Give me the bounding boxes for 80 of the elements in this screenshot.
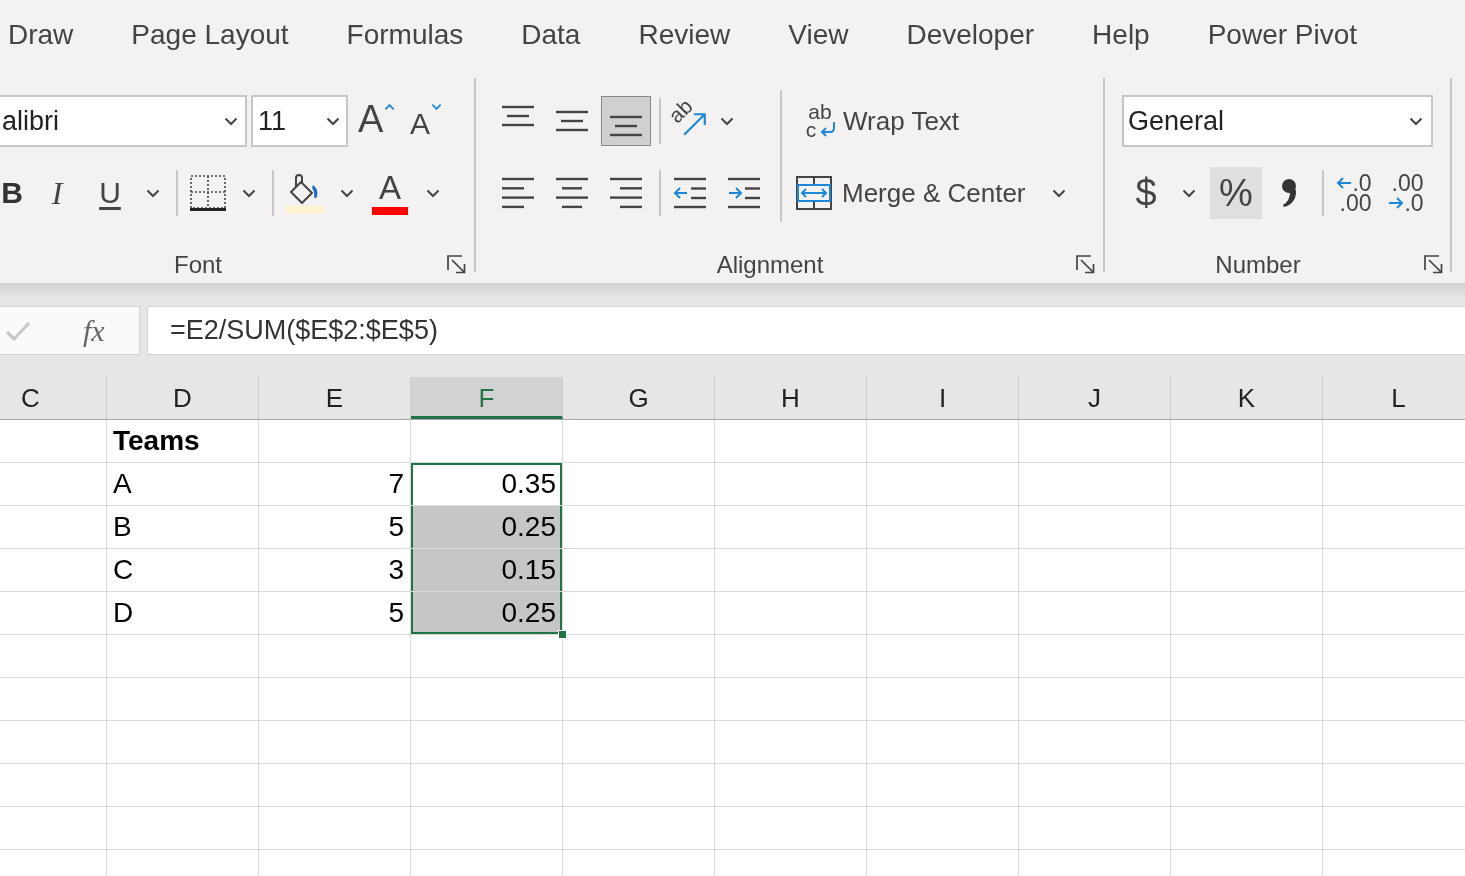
ribbon-tab[interactable]: Review [638,19,731,51]
font-name-field[interactable]: alibri [0,95,247,147]
font-size-field[interactable]: 11 [251,95,348,147]
caret-icon [1409,116,1423,126]
dialog-launcher-icon[interactable] [1424,255,1444,275]
merge-cells-icon [796,176,832,210]
caret-icon[interactable] [242,188,256,198]
column-header[interactable]: F [411,377,563,419]
percent-button[interactable]: % [1210,167,1262,219]
column-header[interactable]: H [715,377,867,419]
ribbon-tab[interactable]: Page Layout [131,19,289,51]
column-header[interactable]: I [867,377,1019,419]
ribbon-tab[interactable]: Developer [906,19,1035,51]
caret-icon[interactable] [340,188,354,198]
currency-button[interactable]: $ [1126,167,1166,219]
comma-icon [1281,178,1299,208]
group-label: Font [174,252,222,278]
column-header[interactable]: D [107,377,259,419]
align-center-icon [555,176,589,210]
ribbon-tab[interactable]: Power Pivot [1207,19,1358,51]
column-header[interactable]: J [1019,377,1171,419]
decrease-decimal-button[interactable]: .00 .0 [1386,167,1426,219]
arrow-right-icon [1388,197,1405,209]
number-format-field[interactable]: General [1122,95,1433,147]
italic-button[interactable]: I [44,171,70,215]
align-right-icon [609,176,643,210]
caret-icon[interactable] [146,188,160,198]
bold-button[interactable]: B [0,171,24,215]
grow-font-button[interactable]: A [358,99,398,143]
arrow-left-icon [1336,177,1353,189]
column-header[interactable]: G [563,377,715,419]
insert-function-button[interactable]: fx [83,313,105,348]
increase-decimal-button[interactable]: .0 .00 [1334,167,1374,219]
sheet-cell[interactable]: C [107,549,259,592]
caret-up-icon [384,103,396,111]
caret-down-icon [431,103,442,111]
group-label: Number [1215,252,1301,278]
sheet-cell[interactable]: 0.25 [411,506,563,549]
caret-icon[interactable] [426,188,440,198]
orientation-button[interactable]: ab [665,96,715,146]
sheet-cell[interactable]: 0.35 [411,463,563,506]
color-swatch-icon [372,207,408,215]
decrease-indent-icon [673,176,707,210]
paint-bucket-icon[interactable] [286,173,324,213]
column-header[interactable]: K [1171,377,1323,419]
caret-icon[interactable] [720,116,734,126]
increase-indent-icon [727,176,761,210]
caret-icon[interactable] [1182,188,1196,198]
shrink-font-button[interactable]: A [410,99,448,143]
merge-center-button[interactable]: Merge & Center [796,170,1026,216]
sheet-cell[interactable]: 7 [259,463,411,506]
caret-icon[interactable] [1051,188,1066,198]
formula-field[interactable]: =E2/SUM($E$2:$E$5) [147,306,1465,355]
sheet-cell[interactable]: 5 [259,506,411,549]
column-header[interactable]: L [1323,377,1465,419]
caret-icon [224,116,238,126]
ribbon-tab[interactable]: Draw [8,19,74,51]
column-header[interactable]: C [0,377,107,419]
ribbon-tab[interactable]: Formulas [346,19,464,51]
ribbon-tab[interactable]: Data [521,19,581,51]
fill-handle[interactable] [558,630,567,639]
sheet-cell[interactable]: B [107,506,259,549]
caret-icon [326,116,340,126]
dialog-launcher-icon[interactable] [1076,255,1096,275]
ribbon-tab[interactable]: View [788,19,849,51]
sheet-cell[interactable]: 5 [259,592,411,635]
ribbon-tab[interactable]: Help [1092,19,1150,51]
sheet-cell[interactable]: D [107,592,259,635]
underline-button[interactable]: U [94,171,126,215]
return-arrow-icon [819,121,837,137]
sheet-cell[interactable]: 3 [259,549,411,592]
borders-icon[interactable] [190,175,226,211]
dialog-launcher-icon[interactable] [447,255,467,275]
group-label: Alignment [716,252,824,278]
align-bottom-button[interactable] [601,96,651,146]
align-left-icon [501,176,535,210]
font-color-button[interactable]: A [372,170,408,216]
sheet-cell[interactable]: A [107,463,259,506]
sheet-cell[interactable]: Teams [107,420,259,463]
sheet-cell[interactable]: 0.15 [411,549,563,592]
